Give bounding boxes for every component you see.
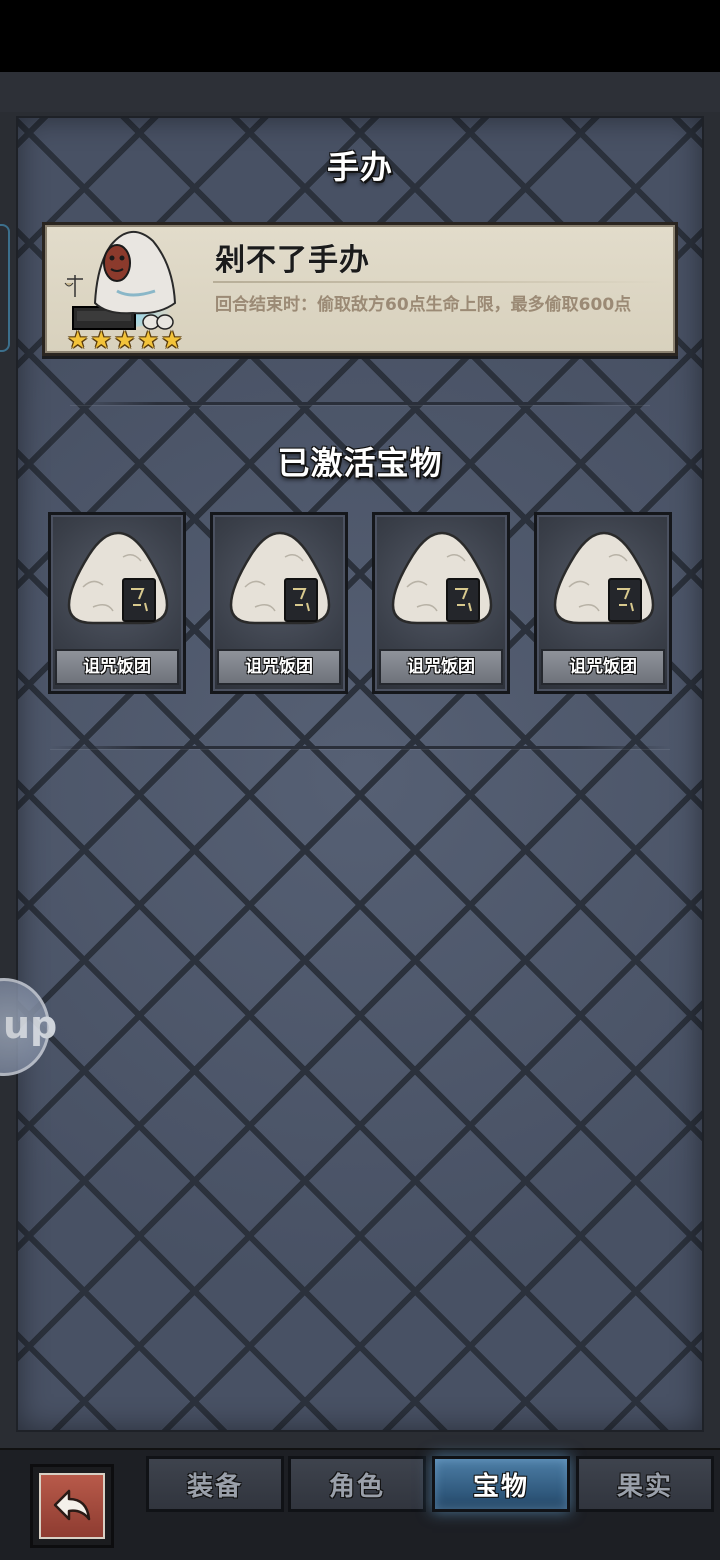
star-icon: ★ [114,326,136,354]
star-icon: ★ [137,326,160,354]
tab-fruit[interactable]: 果实 [576,1456,714,1512]
treasure-label: 诅咒饭团 [245,657,313,677]
treasure-card[interactable]: 诅咒饭团 [210,512,348,694]
section-divider [50,746,670,749]
bottom-nav: 装备 角色 宝物 果实 [0,1448,720,1560]
game-screen: 手办 剁不了手办 回合结束时：偷取敌方60点生命上限，最多偷取600点 ★ ★ … [0,0,720,1560]
treasure-label: 诅咒饭团 [407,657,475,677]
figure-card[interactable]: 剁不了手办 回合结束时：偷取敌方60点生命上限，最多偷取600点 ★ ★ ★ ★… [42,222,678,356]
rice-ball-icon [67,531,169,625]
side-drawer-handle[interactable] [0,224,10,352]
section-divider [70,402,650,405]
back-arrow-icon [53,1489,91,1521]
tab-label: 装备 [186,1471,243,1502]
star-icon: ★ [161,326,183,354]
treasure-card[interactable]: 诅咒饭团 [372,512,510,694]
treasure-label-plate: 诅咒饭团 [55,649,179,685]
star-icon: ★ [67,326,89,354]
treasure-label-plate: 诅咒饭团 [379,649,503,685]
figure-divider [213,281,663,283]
treasure-label: 诅咒饭团 [569,657,637,677]
status-bar [0,0,720,72]
treasure-card[interactable]: 诅咒饭团 [534,512,672,694]
top-band [0,72,720,112]
treasure-card[interactable]: 诅咒饭团 [48,512,186,694]
back-button[interactable] [30,1464,114,1548]
figure-description: 回合结束时：偷取敌方60点生命上限，最多偷取600点 [215,295,632,315]
treasure-label: 诅咒饭团 [83,657,151,677]
tab-label: 宝物 [472,1471,529,1502]
figure-name: 剁不了手办 [215,243,370,278]
rice-ball-icon [391,531,493,625]
tab-equipment[interactable]: 装备 [146,1456,284,1512]
treasure-label-plate: 诅咒饭团 [541,649,665,685]
treasure-label-plate: 诅咒饭团 [217,649,341,685]
figure-section-title: 手办 [326,148,393,186]
rice-ball-icon [553,531,655,625]
tab-label: 角色 [328,1471,385,1502]
activated-treasures-title: 已激活宝物 [277,444,443,482]
star-icon: ★ [90,326,113,354]
star-rating: ★ ★ ★ ★ ★ [67,326,183,354]
treasure-grid: 诅咒饭团 诅咒饭团 诅咒饭团 诅咒饭团 [48,512,674,694]
rice-ball-icon [229,531,331,625]
back-button-face [39,1473,105,1539]
floating-badge-text: up [3,1003,58,1047]
tab-character[interactable]: 角色 [288,1456,426,1512]
tab-treasure[interactable]: 宝物 [432,1456,570,1512]
tab-label: 果实 [616,1471,673,1502]
